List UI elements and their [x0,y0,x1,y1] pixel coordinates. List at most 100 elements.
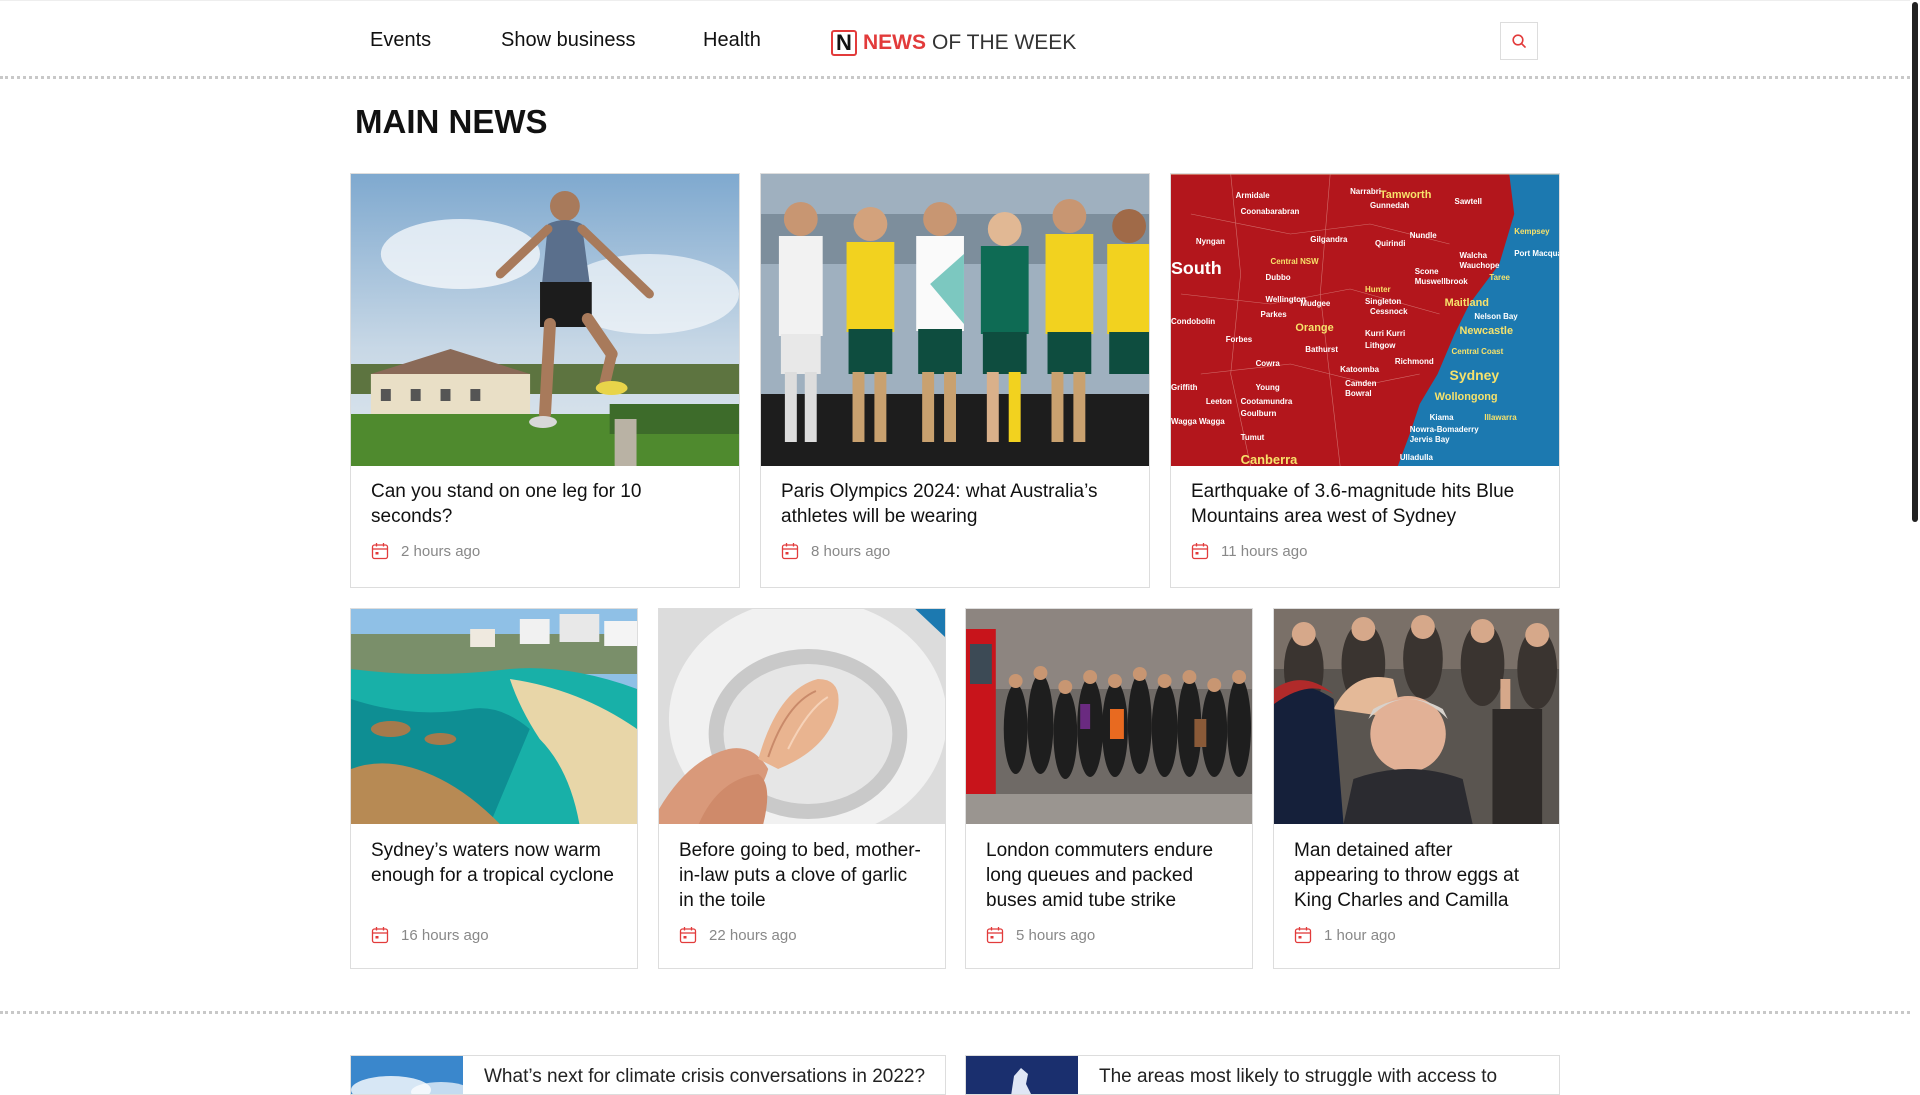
map-label: Ulladulla [1400,453,1434,462]
calendar-icon [1191,543,1209,560]
map-label: Bowral [1345,389,1372,398]
news-title[interactable]: Before going to bed, mother-in-law puts … [679,838,927,913]
news-title[interactable]: Man detained after appearing to throw eg… [1294,838,1541,913]
news-title[interactable]: Can you stand on one leg for 10 seconds? [371,479,721,529]
map-label: Nowra-Bomaderry [1410,425,1479,434]
news-meta: 5 hours ago [986,926,1095,944]
news-image-earthquake-map: Armidale Tamworth Sawtell Gunnedah Coonabara… [1171,174,1559,466]
map-label: Camden [1345,379,1376,388]
site-logo[interactable]: N NEWS OF THE WEEK [831,27,1076,59]
news-time: 16 hours ago [401,926,489,944]
map-label: Griffith [1171,383,1198,392]
news-card-king-charles[interactable]: Man detained after appearing to throw eg… [1273,608,1560,969]
news-image-sydney-waters [351,609,637,824]
map-label: Quirindi [1375,239,1405,248]
news-title[interactable]: Sydney’s waters now warm enough for a tr… [371,838,619,888]
nav-item-health[interactable]: Health [703,29,761,52]
map-label: Cowra [1256,359,1281,368]
header-divider [0,76,1910,79]
news-image-garlic [659,609,945,824]
map-label: Bathurst [1305,345,1338,354]
map-label: Mudgee [1300,299,1331,308]
map-label: Canberra [1241,452,1299,466]
news-card-earthquake[interactable]: Armidale Tamworth Sawtell Gunnedah Coonabara… [1170,173,1560,588]
nav-item-show-business[interactable]: Show business [501,29,636,52]
map-label: Hunter [1365,285,1391,294]
map-label: Jervis Bay [1410,435,1450,444]
more-news-image-climate [351,1056,463,1094]
map-label: Nundle [1410,231,1438,240]
news-title[interactable]: Paris Olympics 2024: what Australia’s at… [781,479,1131,529]
calendar-icon [986,927,1004,944]
news-time: 5 hours ago [1016,926,1096,944]
map-label: Central Coast [1452,347,1504,356]
section-title-main-news: MAIN NEWS [355,103,548,140]
map-label: Dubbo [1266,273,1291,282]
map-label: Kurri Kurri [1365,329,1405,338]
map-label: Coonabarabran [1241,207,1300,216]
news-card-sydney-waters[interactable]: Sydney’s waters now warm enough for a tr… [350,608,638,969]
map-label: Katoomba [1340,365,1379,374]
map-label: Nelson Bay [1474,312,1518,321]
map-label: Taree [1489,273,1510,282]
map-label: Cessnock [1370,307,1408,316]
news-card-garlic[interactable]: Before going to bed, mother-in-law puts … [658,608,946,969]
news-image-one-leg [351,174,739,466]
news-meta: 16 hours ago [371,926,489,944]
scrollbar-track[interactable] [1912,0,1920,1080]
search-button[interactable] [1500,22,1538,60]
calendar-icon [679,927,697,944]
more-news-image-areas [966,1056,1078,1094]
map-label: Cootamundra [1241,397,1293,406]
news-meta: 8 hours ago [781,542,890,560]
map-label: Young [1256,383,1280,392]
map-label: Goulburn [1241,409,1277,418]
map-label: Narrabri [1350,187,1381,196]
map-label: Leeton [1206,397,1232,406]
more-news-card-areas[interactable]: The areas most likely to struggle with a… [965,1055,1560,1095]
news-card-london-commuters[interactable]: London commuters endure long queues and … [965,608,1253,969]
map-label: Kempsey [1514,227,1550,236]
map-label: Armidale [1236,191,1271,200]
calendar-icon [781,543,799,560]
more-news-card-climate[interactable]: What’s next for climate crisis conversat… [350,1055,946,1095]
news-time: 8 hours ago [811,542,891,560]
news-meta: 2 hours ago [371,542,480,560]
map-label: Gunnedah [1370,201,1409,210]
map-label: Gilgandra [1310,235,1348,244]
map-label: Wagga Wagga [1171,417,1225,426]
calendar-icon [371,927,389,944]
news-title[interactable]: London commuters endure long queues and … [986,838,1234,913]
news-time: 1 hour ago [1324,926,1396,944]
map-label: Scone [1415,267,1439,276]
map-label: Forbes [1226,335,1253,344]
news-image-king-charles [1274,609,1559,824]
news-time: 2 hours ago [401,542,481,560]
scrollbar-thumb[interactable] [1912,2,1918,522]
map-label: Illawarra [1484,413,1517,422]
map-label: Tamworth [1380,189,1432,201]
map-label: Orange [1295,322,1333,334]
news-card-olympics[interactable]: Paris Olympics 2024: what Australia’s at… [760,173,1150,588]
map-label: Parkes [1261,310,1288,319]
map-label: Sydney [1450,367,1500,383]
map-label: Maitland [1445,297,1489,309]
map-label: Kiama [1430,413,1454,422]
section-divider [0,1011,1910,1014]
news-meta: 22 hours ago [679,926,797,944]
map-label: Sawtell [1455,197,1482,206]
calendar-icon [1294,927,1312,944]
map-label: Tumut [1241,433,1265,442]
more-news-title[interactable]: What’s next for climate crisis conversat… [484,1066,925,1088]
logo-mark: N [831,30,857,56]
map-label: Newcastle [1460,325,1514,337]
nav-item-events[interactable]: Events [370,29,431,52]
map-label: Central NSW [1270,257,1319,266]
map-label: Condobolin [1171,317,1215,326]
calendar-icon [371,543,389,560]
news-card-one-leg[interactable]: Can you stand on one leg for 10 seconds?… [350,173,740,588]
news-title[interactable]: Earthquake of 3.6-magnitude hits Blue Mo… [1191,479,1541,529]
more-news-title[interactable]: The areas most likely to struggle with a… [1099,1066,1497,1088]
news-image-london-commuters [966,609,1252,824]
map-label: Muswellbrook [1415,277,1469,286]
